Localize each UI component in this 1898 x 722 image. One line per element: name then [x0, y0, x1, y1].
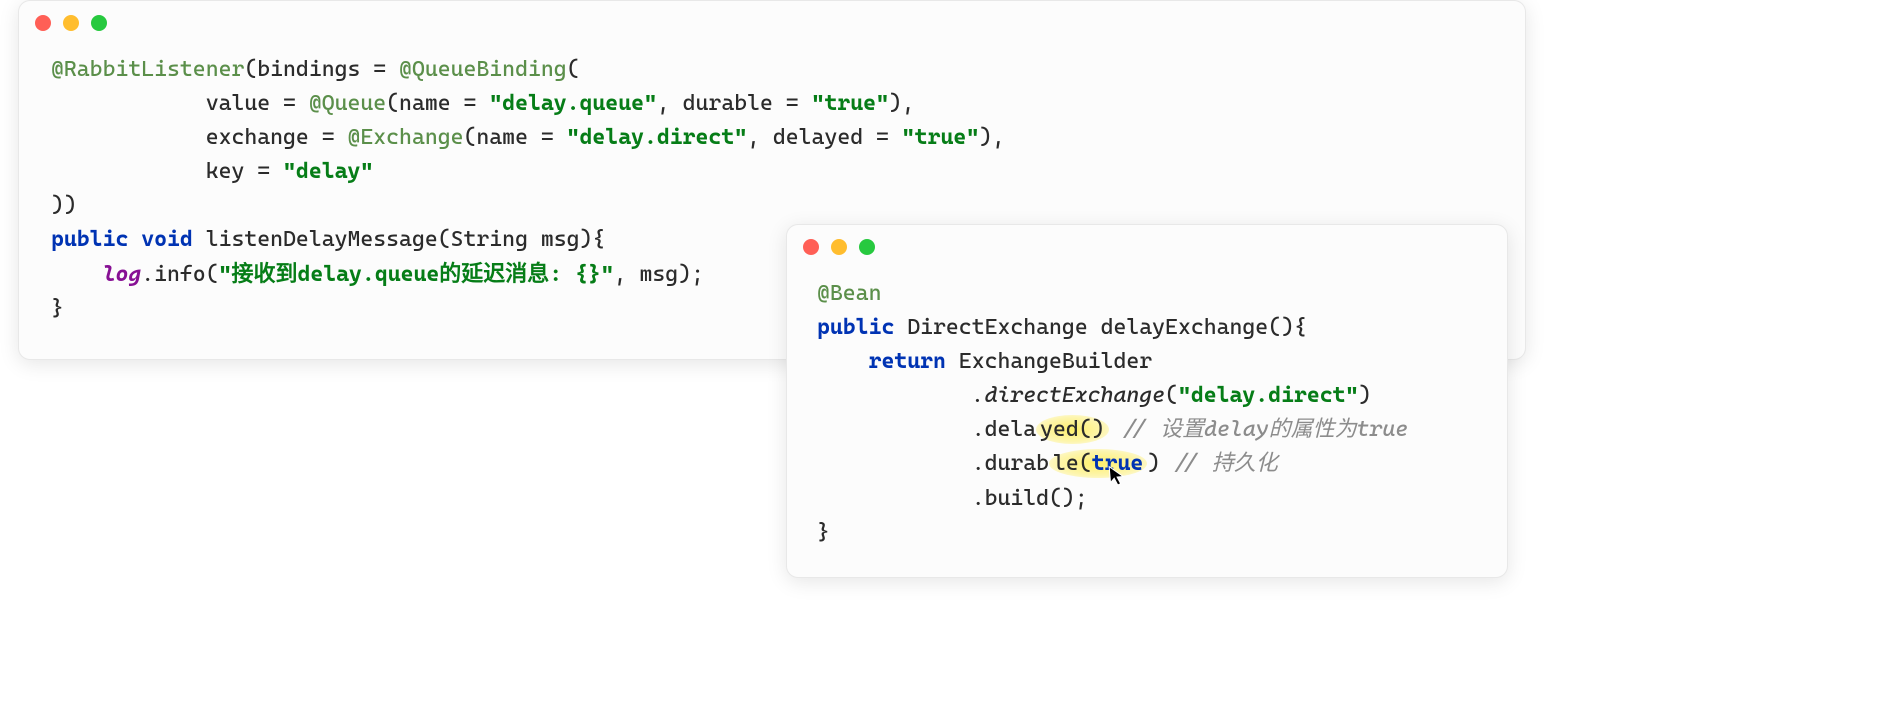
- code-text: listenDelayMessage(String msg){: [193, 227, 606, 252]
- string-literal: "接收到delay.queue的延迟消息: {}": [219, 262, 614, 287]
- code-block-2: @Bean public DirectExchange delayExchang…: [787, 269, 1507, 574]
- code-window-2: @Bean public DirectExchange delayExchang…: [786, 224, 1508, 578]
- keyword: public void: [51, 227, 193, 252]
- indent: [51, 262, 103, 287]
- string-literal: "delay.queue": [489, 91, 657, 116]
- space: [1109, 417, 1122, 442]
- code-text: .durab: [972, 451, 1049, 476]
- comment: // 持久化: [1173, 451, 1278, 476]
- code-text: ),: [889, 91, 915, 116]
- maximize-icon[interactable]: [859, 239, 875, 255]
- close-icon[interactable]: [803, 239, 819, 255]
- code-text: key =: [206, 159, 283, 184]
- code-text: ): [1358, 383, 1371, 408]
- code-text: (: [1165, 383, 1178, 408]
- code-text: (name =: [464, 125, 567, 150]
- code-text: , delayed =: [747, 125, 902, 150]
- titlebar: [19, 1, 1525, 45]
- code-text: ExchangeBuilder: [946, 349, 1152, 374]
- method-call: .directExchange: [972, 383, 1165, 408]
- comment: // 设置delay的属性为true: [1121, 417, 1408, 442]
- string-literal: "delay.direct": [567, 125, 747, 150]
- close-icon[interactable]: [35, 15, 51, 31]
- annotation: @Bean: [817, 281, 881, 306]
- annotation: @Exchange: [347, 125, 463, 150]
- indent: [817, 383, 972, 408]
- string-literal: "delay.direct": [1178, 383, 1358, 408]
- indent: [817, 417, 972, 442]
- indent: [817, 486, 972, 511]
- code-text: (bindings =: [244, 57, 399, 82]
- string-literal: "delay": [283, 159, 373, 184]
- log-var: log: [103, 262, 142, 287]
- highlight-marker: yed(): [1036, 415, 1108, 444]
- annotation: @QueueBinding: [399, 57, 567, 82]
- code-text: (: [567, 57, 580, 82]
- indent: [817, 451, 972, 476]
- indent: [51, 91, 206, 116]
- titlebar: [787, 225, 1507, 269]
- annotation: @RabbitListener: [51, 57, 244, 82]
- code-text: , durable =: [657, 91, 812, 116]
- code-text: (name =: [386, 91, 489, 116]
- indent: [51, 125, 206, 150]
- code-text: .dela: [972, 417, 1036, 442]
- code-text: .build();: [972, 486, 1088, 511]
- maximize-icon[interactable]: [91, 15, 107, 31]
- code-text: DirectExchange delayExchange(){: [894, 315, 1307, 340]
- code-text: ): [1147, 451, 1173, 476]
- code-text: .info(: [141, 262, 218, 287]
- keyword: true: [1092, 451, 1144, 476]
- minimize-icon[interactable]: [63, 15, 79, 31]
- minimize-icon[interactable]: [831, 239, 847, 255]
- code-text: }: [51, 296, 64, 321]
- indent: [817, 349, 869, 374]
- highlight-marker: le(true: [1049, 449, 1147, 478]
- string-literal: "true": [902, 125, 979, 150]
- annotation: @Queue: [309, 91, 386, 116]
- code-text: value =: [206, 91, 309, 116]
- string-literal: "true": [812, 91, 889, 116]
- keyword: public: [817, 315, 894, 340]
- code-text: exchange =: [206, 125, 348, 150]
- code-text: ),: [979, 125, 1005, 150]
- indent: [51, 159, 206, 184]
- code-text: )): [51, 193, 77, 218]
- code-text: }: [817, 520, 830, 545]
- code-text: , msg);: [614, 262, 704, 287]
- keyword: return: [869, 349, 946, 374]
